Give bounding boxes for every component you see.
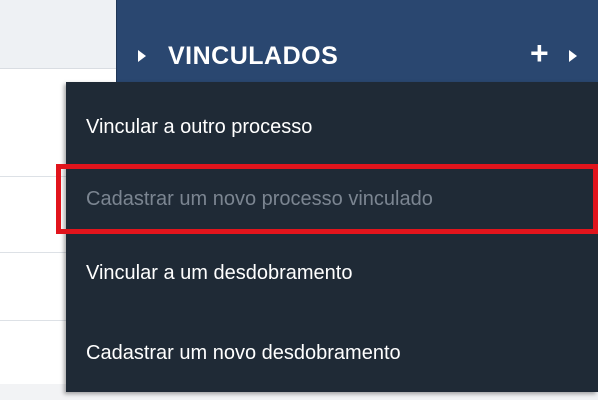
- background-header-cell: [0, 0, 116, 69]
- background-row-divider: [0, 252, 66, 253]
- add-icon[interactable]: +: [530, 36, 549, 70]
- background-row-divider: [0, 176, 66, 177]
- chevron-right-icon[interactable]: [569, 50, 577, 62]
- background-row-divider: [0, 320, 66, 321]
- vinculados-dropdown-menu: Vincular a outro processo Cadastrar um n…: [66, 82, 598, 392]
- menu-item-vincular-outro-processo[interactable]: Vincular a outro processo: [66, 92, 598, 162]
- menu-item-cadastrar-desdobramento[interactable]: Cadastrar um novo desdobramento: [66, 318, 598, 388]
- expand-arrow-icon[interactable]: [138, 50, 146, 62]
- panel-title: VINCULADOS: [168, 42, 339, 70]
- menu-item-cadastrar-processo-vinculado[interactable]: Cadastrar um novo processo vinculado: [66, 164, 598, 234]
- menu-item-vincular-desdobramento[interactable]: Vincular a um desdobramento: [66, 238, 598, 308]
